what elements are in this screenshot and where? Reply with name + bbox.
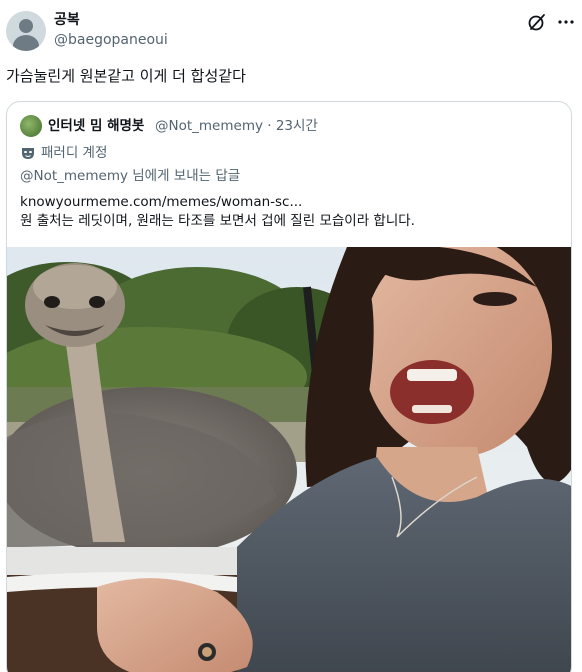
tweet-text: 가슴눌린게 원본같고 이게 더 합성같다 — [6, 67, 246, 85]
quoted-photo[interactable] — [7, 247, 572, 672]
quoted-handle-time[interactable]: @Not_mememy · 23시간 — [155, 117, 318, 135]
grok-icon[interactable] — [527, 12, 547, 32]
author-display-name[interactable]: 공복 — [54, 11, 80, 29]
parody-account-label: 패러디 계정 — [41, 145, 108, 161]
reply-context: @Not_mememy 님에게 보내는 답글 — [20, 168, 241, 184]
author-avatar[interactable] — [6, 11, 46, 51]
author-handle[interactable]: @baegopaneoui — [54, 31, 168, 49]
quoted-author-avatar[interactable] — [20, 115, 42, 137]
quoted-body-text: 원 출처는 레딧이며, 원래는 타조를 보면서 겁에 질린 모습이라 합니다. — [20, 213, 415, 229]
quoted-author-name[interactable]: 인터넷 밈 해명봇 — [48, 117, 144, 135]
quoted-tweet[interactable]: 인터넷 밈 해명봇 @Not_mememy · 23시간 패러디 계정 @Not… — [6, 101, 572, 672]
default-avatar-icon — [19, 19, 33, 33]
quoted-link[interactable]: knowyourmeme.com/memes/woman-sc... — [20, 193, 302, 211]
mask-icon — [22, 148, 34, 159]
more-icon[interactable] — [556, 12, 576, 32]
